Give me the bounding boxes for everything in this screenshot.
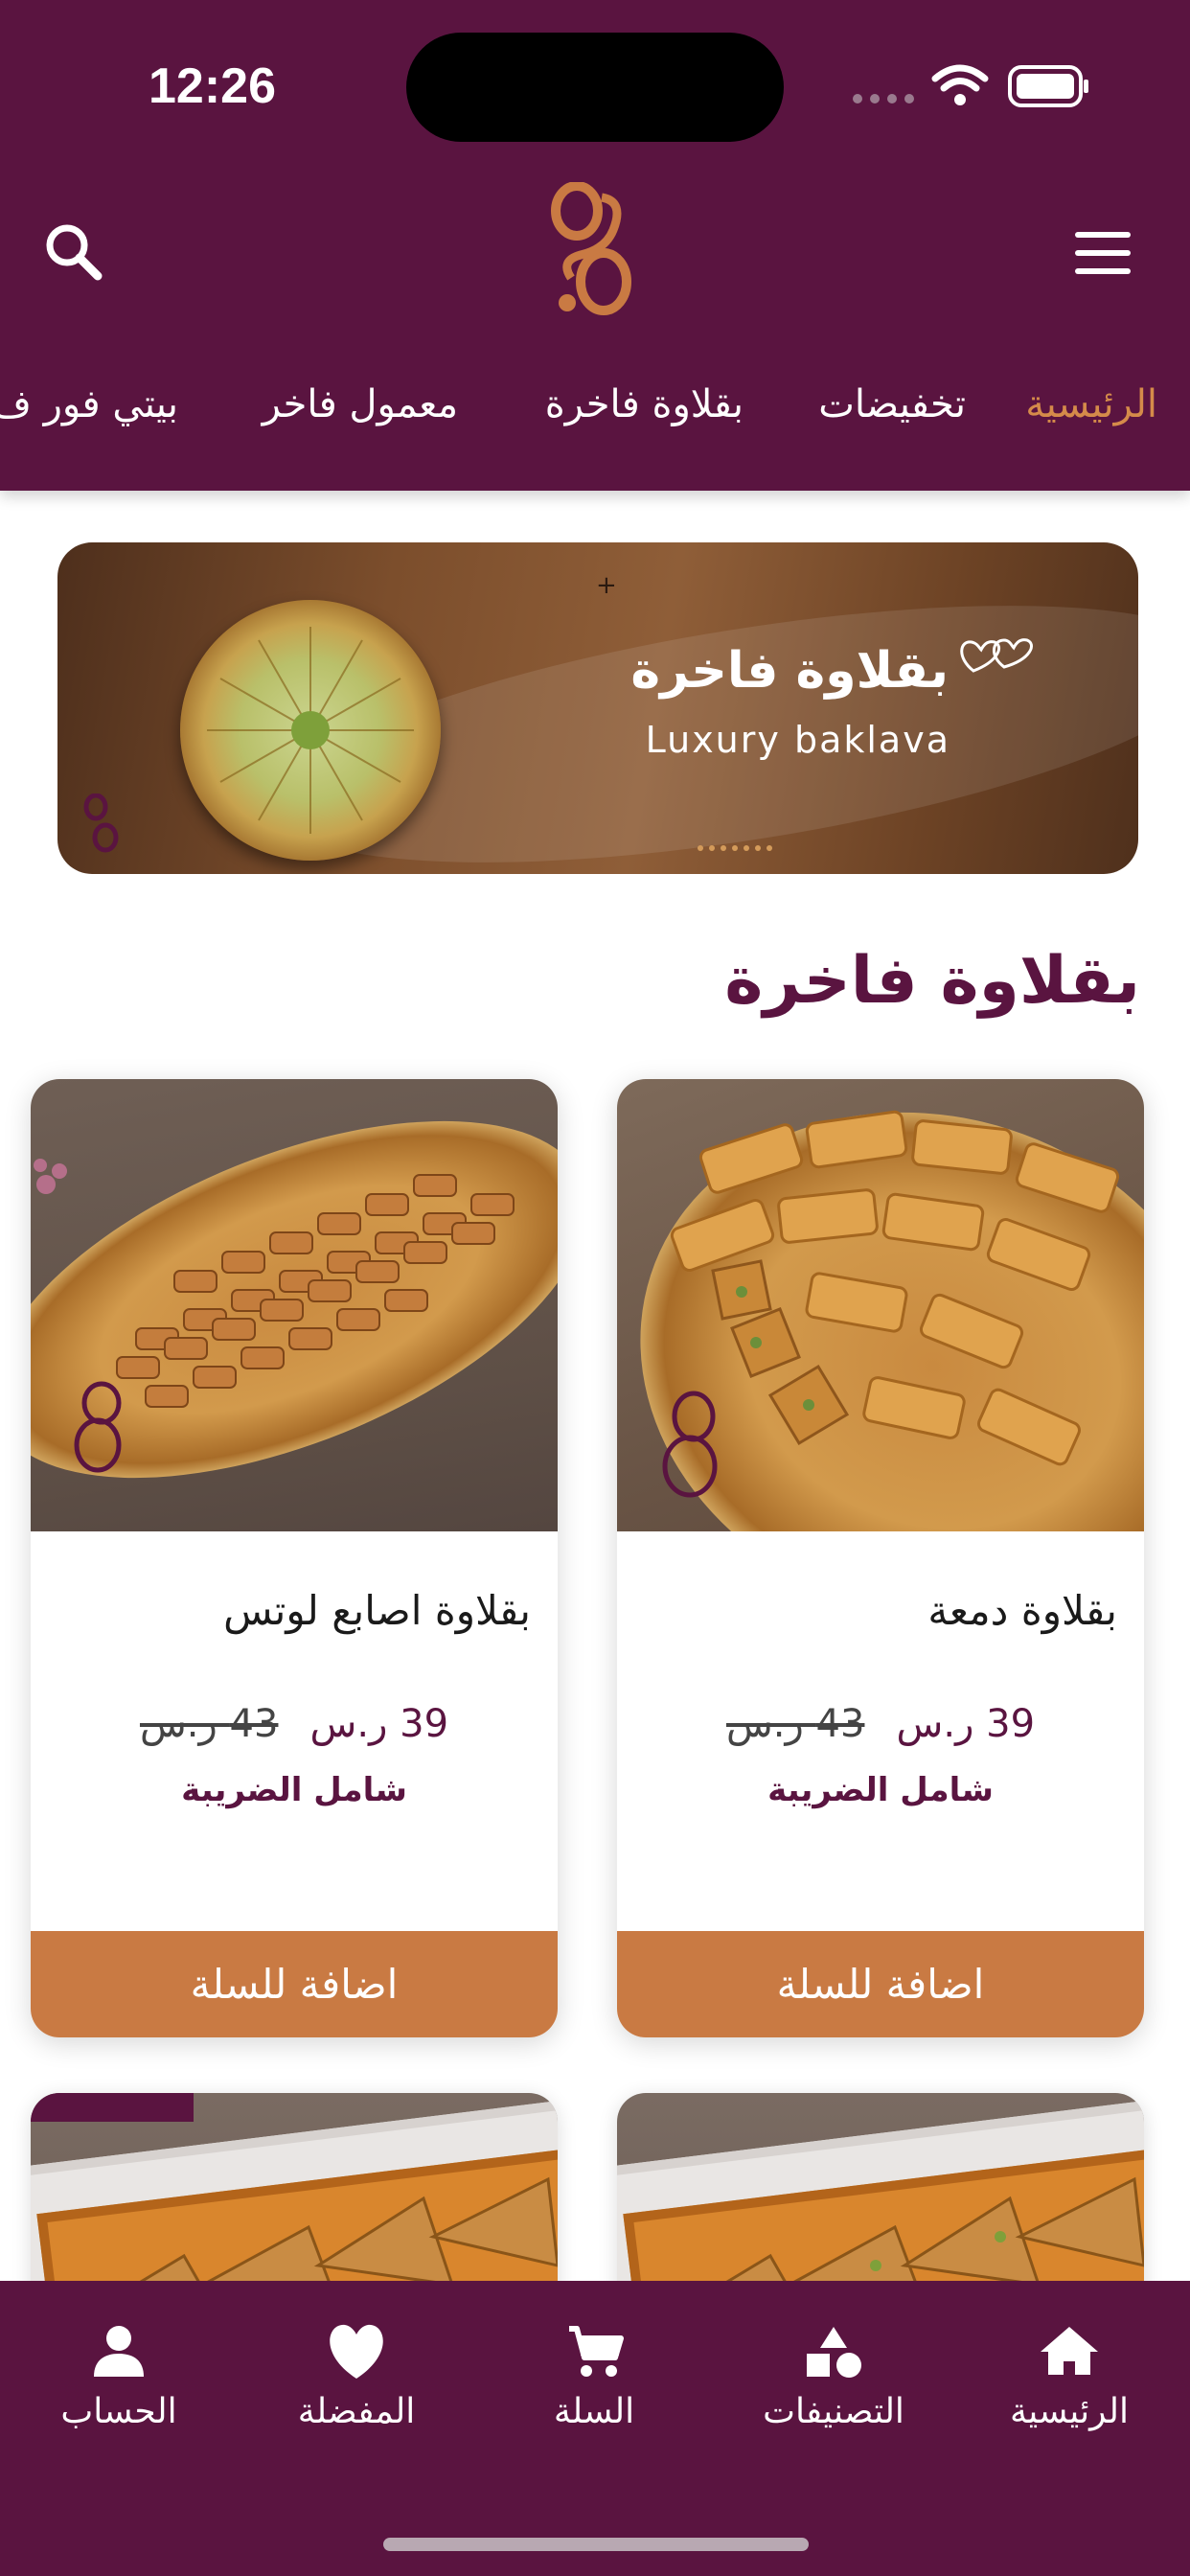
home-indicator[interactable]: [383, 2538, 809, 2551]
nav-favorites-label: المفضلة: [297, 2392, 416, 2431]
tab-luxury-baklava[interactable]: بقلاوة فاخرة: [545, 376, 744, 433]
tab-petit-four[interactable]: بيتي فور ف: [0, 376, 178, 433]
category-tabs: الرئيسية تخفيضات بقلاوة فاخرة معمول فاخر…: [0, 376, 1190, 433]
app-header: 12:26 الرئيسية تخفيضات بقلاوة فاخرة معمو…: [0, 0, 1190, 491]
tax-note: شامل الضريبة: [767, 1771, 994, 1809]
banner-baklava-image: [180, 600, 441, 861]
tab-discounts[interactable]: تخفيضات: [818, 376, 966, 433]
tax-note: شامل الضريبة: [181, 1771, 407, 1809]
add-to-cart-button[interactable]: اضافة للسلة: [31, 1931, 558, 2037]
product-image: [31, 1079, 558, 1531]
user-icon: [94, 2326, 144, 2377]
nav-categories-label: التصنيفات: [763, 2392, 904, 2431]
banner-sparkle: +: [596, 571, 617, 600]
price-row: 43 ر.س 39 ر.س: [31, 1702, 558, 1746]
tab-home[interactable]: الرئيسية: [1025, 376, 1157, 433]
cart-icon: [569, 2326, 624, 2377]
old-price: 43 ر.س: [725, 1702, 865, 1746]
current-price: 39 ر.س: [309, 1702, 449, 1746]
product-name: بقلاوة اصابع لوتس: [223, 1587, 531, 1634]
section-title: بقلاوة فاخرة: [724, 943, 1140, 1019]
search-button[interactable]: [38, 217, 115, 293]
baklava-fingers: [34, 1159, 515, 1473]
hearts-icon: [960, 638, 1033, 673]
signal-icon: [853, 94, 914, 104]
banner-title-english: Luxury baklava: [645, 719, 950, 761]
add-to-cart-button[interactable]: اضافة للسلة: [617, 1931, 1144, 2037]
product-image: [617, 1079, 1144, 1531]
current-price: 39 ر.س: [896, 1702, 1036, 1746]
banner-logo: [83, 794, 119, 853]
nav-cart-label: السلة: [553, 2392, 635, 2431]
tab-luxury-maamoul[interactable]: معمول فاخر: [263, 376, 458, 433]
status-time: 12:26: [149, 58, 276, 114]
nav-categories[interactable]: التصنيفات: [728, 2310, 939, 2431]
promo-banner[interactable]: + بقلاوة فاخرة Luxury baklava: [57, 542, 1138, 874]
home-icon: [1041, 2327, 1098, 2375]
nav-account[interactable]: الحساب: [13, 2310, 224, 2431]
baklava-pieces: [662, 1110, 1120, 1498]
price-row: 43 ر.س 39 ر.س: [617, 1702, 1144, 1746]
brand-logo: [551, 182, 631, 315]
banner-dots: [698, 845, 772, 851]
nav-favorites[interactable]: المفضلة: [251, 2310, 462, 2431]
bottom-navigation: الرئيسية التصنيفات السلة المفضلة الحساب: [0, 2281, 1190, 2576]
nav-home-label: الرئيسية: [1010, 2392, 1129, 2431]
wifi-icon: [931, 64, 989, 105]
nav-home[interactable]: الرئيسية: [964, 2310, 1175, 2431]
hamburger-menu-icon: [1075, 232, 1131, 274]
categories-icon: [807, 2327, 861, 2378]
product-card[interactable]: بقلاوة دمعة 43 ر.س 39 ر.س شامل الضريبة ا…: [617, 1079, 1144, 2037]
baklava-slices-pattern: [207, 627, 414, 834]
menu-button[interactable]: [1071, 226, 1134, 280]
battery-icon: [1008, 65, 1088, 107]
search-icon: [46, 224, 103, 281]
product-name: بقلاوة دمعة: [927, 1587, 1117, 1634]
nav-cart[interactable]: السلة: [489, 2310, 699, 2431]
old-price: 43 ر.س: [139, 1702, 279, 1746]
heart-icon: [330, 2324, 383, 2379]
camera-notch: [406, 33, 784, 142]
product-card[interactable]: بقلاوة اصابع لوتس 43 ر.س 39 ر.س شامل الض…: [31, 1079, 558, 2037]
banner-title-arabic: بقلاوة فاخرة: [630, 642, 949, 700]
nav-account-label: الحساب: [60, 2392, 177, 2431]
